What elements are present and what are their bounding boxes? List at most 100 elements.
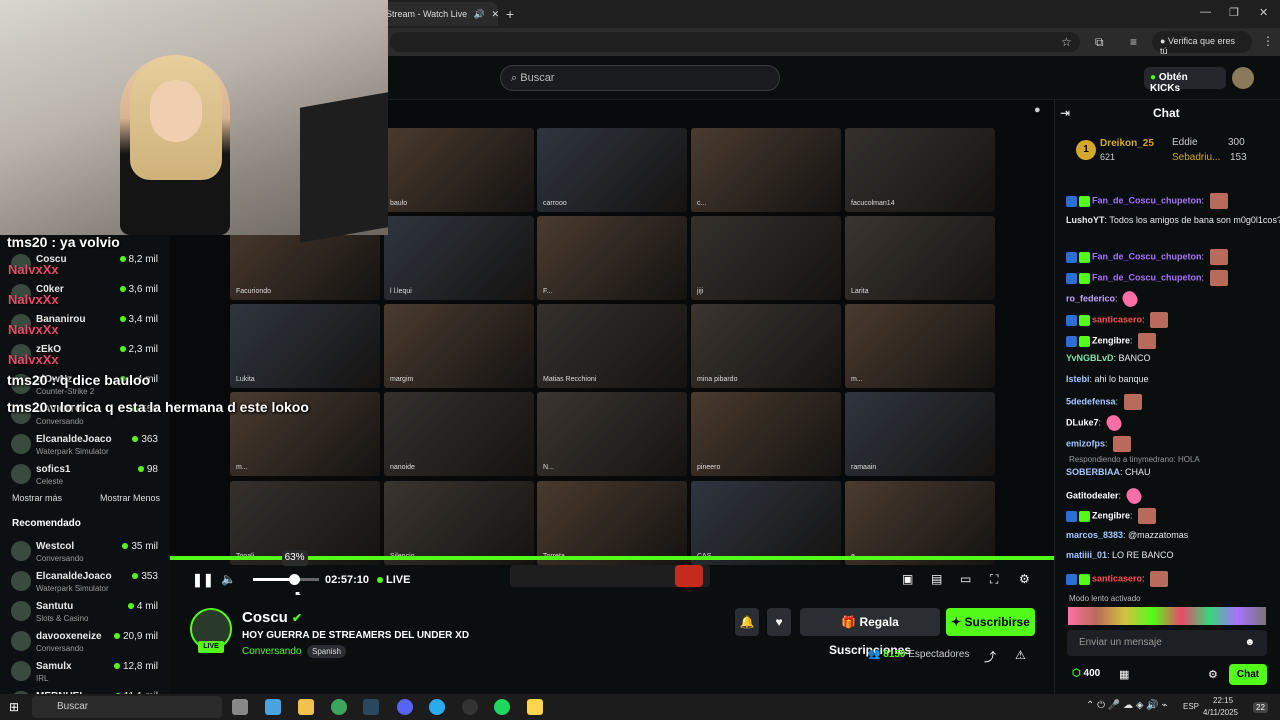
search-input[interactable]: ⌕ Buscar xyxy=(500,65,780,91)
copilot-icon[interactable] xyxy=(265,699,281,715)
chat-message[interactable]: Gatitodealer: xyxy=(1066,485,1144,507)
sidebar-following-item[interactable]: sofics1 Celeste 98 xyxy=(0,460,170,490)
telegram-icon[interactable] xyxy=(429,699,445,715)
chat-username[interactable]: Gatitodealer xyxy=(1066,490,1119,500)
url-field[interactable] xyxy=(390,32,1080,52)
new-tab-button[interactable]: + xyxy=(506,6,514,22)
chat-username[interactable]: LushoYT xyxy=(1066,215,1105,225)
user-avatar[interactable] xyxy=(1232,67,1254,89)
volume-knob[interactable] xyxy=(288,574,300,585)
sidebar-recommended-item[interactable]: Westcol Conversando 35 mil xyxy=(0,537,170,567)
tray-icons[interactable]: ⌃ ⏻ 🎤 ☁ ◈ 🔊 ⌁ xyxy=(1086,700,1168,711)
speaker-icon[interactable]: 🔊 xyxy=(474,9,485,19)
sidebar-following-item[interactable]: ElcanaldeJoaco Waterpark Simulator 363 xyxy=(0,430,170,460)
sidebar-recommended-item[interactable]: Santutu Slots & Casino 4 mil xyxy=(0,597,170,627)
chat-message[interactable]: emizofps: xyxy=(1066,436,1132,452)
taskbar-date[interactable]: 4/11/2025 xyxy=(1203,708,1238,717)
gift-subs-button[interactable]: 🎁 Regala Suscripciones xyxy=(800,608,940,657)
chat-message[interactable]: marcos_8383: @mazzatomas xyxy=(1066,530,1188,540)
volume-icon[interactable]: 🔈 xyxy=(221,572,236,586)
chat-message[interactable]: matiiii_01: LO RE BANCO xyxy=(1066,550,1174,560)
chat-message[interactable]: ro_federico: xyxy=(1066,288,1141,310)
wide-icon[interactable]: ▭ xyxy=(960,572,971,586)
chat-username[interactable]: santicasero xyxy=(1092,573,1142,583)
pause-button[interactable]: ❚❚ xyxy=(192,572,214,588)
chat-username[interactable]: santicasero xyxy=(1092,314,1142,324)
chat-bubble-icon[interactable]: ● xyxy=(1034,104,1041,116)
task-view-icon[interactable] xyxy=(232,699,248,715)
media-icon[interactable]: ≡ xyxy=(1130,35,1137,49)
end-call-icon[interactable] xyxy=(675,565,703,587)
chat-message[interactable]: Zengibre: xyxy=(1066,333,1157,349)
stream-category[interactable]: Conversando xyxy=(242,646,301,657)
chat-username[interactable]: Zengibre xyxy=(1092,510,1130,520)
chat-send-button[interactable]: Chat xyxy=(1229,664,1267,685)
leaderboard-third-name[interactable]: Sebadriu... xyxy=(1172,152,1220,163)
chat-message[interactable]: DLuke7: xyxy=(1066,412,1124,434)
chat-input[interactable]: Enviar un mensaje ☻ xyxy=(1067,630,1267,656)
subscribe-button[interactable]: ✦ Suscribirse xyxy=(946,608,1035,636)
app-icon[interactable] xyxy=(527,699,543,715)
language-tag[interactable]: Spanish xyxy=(307,645,346,658)
chat-username[interactable]: YvNGBLvD xyxy=(1066,353,1114,363)
chat-settings-icon[interactable]: ⚙ xyxy=(1208,668,1218,681)
chat-message[interactable]: santicasero: xyxy=(1066,312,1169,328)
extensions-icon[interactable]: ⧉ xyxy=(1095,35,1104,50)
chat-message[interactable]: santicasero: xyxy=(1066,571,1169,587)
report-icon[interactable]: ⚠ xyxy=(1015,648,1026,662)
sidebar-recommended-item[interactable]: ElcanaldeJoaco Waterpark Simulator 353 xyxy=(0,567,170,597)
chat-message[interactable]: Zengibre: xyxy=(1066,508,1157,524)
chat-username[interactable]: 5dedefensa xyxy=(1066,396,1116,406)
chat-username[interactable]: DLuke7 xyxy=(1066,417,1099,427)
notification-bell-button[interactable]: 🔔 xyxy=(735,608,759,636)
chat-message[interactable]: LushoYT: Todos los amigos de bana son m0… xyxy=(1066,215,1280,225)
windows-start-icon[interactable]: ⊞ xyxy=(9,700,19,714)
chat-message[interactable]: 5dedefensa: xyxy=(1066,394,1142,410)
chrome-icon[interactable] xyxy=(331,699,347,715)
chat-message[interactable]: Fan_de_Coscu_chupeton: xyxy=(1066,249,1228,265)
chat-username[interactable]: Zengibre xyxy=(1092,335,1130,345)
taskbar-lang[interactable]: ESP xyxy=(1183,702,1199,711)
follow-heart-button[interactable]: ♥ xyxy=(767,608,791,636)
spotify-icon[interactable] xyxy=(494,699,510,715)
emote-bar[interactable] xyxy=(1068,607,1266,625)
show-more-button[interactable]: Mostrar más xyxy=(12,493,62,503)
leaderboard-first-name[interactable]: Dreikon_25 xyxy=(1100,138,1154,149)
notification-count-badge[interactable]: 22 xyxy=(1253,702,1268,713)
emoji-icon[interactable]: ☻ xyxy=(1244,637,1255,648)
channel-name[interactable]: Coscu ✔ xyxy=(242,609,302,626)
chat-username[interactable]: emizofps xyxy=(1066,438,1105,448)
taskbar-search[interactable]: Buscar xyxy=(32,696,222,718)
browser-menu-icon[interactable]: ⋮ xyxy=(1262,34,1274,48)
chat-message[interactable]: YvNGBLvD: BANCO xyxy=(1066,353,1151,363)
theater-icon[interactable]: ▤ xyxy=(931,572,942,586)
pip-icon[interactable]: ▣ xyxy=(902,572,913,586)
chat-message[interactable]: Fan_de_Coscu_chupeton: xyxy=(1066,270,1228,286)
browser-tab[interactable]: Stream - Watch Live 🔊 ✕ xyxy=(380,2,498,26)
leaderboard-second-name[interactable]: Eddie xyxy=(1172,137,1198,148)
sidebar-recommended-item[interactable]: davooxeneize Conversando 20,9 mil xyxy=(0,627,170,657)
chat-message[interactable]: SOBERBIAA: CHAU xyxy=(1066,467,1151,477)
obs-icon[interactable] xyxy=(462,699,478,715)
restore-button[interactable]: ❐ xyxy=(1229,6,1239,19)
get-kicks-button[interactable]: ● Obtén KICKs xyxy=(1144,67,1226,94)
chat-username[interactable]: ro_federico xyxy=(1066,293,1115,303)
chat-username[interactable]: Fan_de_Coscu_chupeton xyxy=(1092,251,1202,261)
file-explorer-icon[interactable] xyxy=(298,699,314,715)
discord-icon[interactable] xyxy=(397,699,413,715)
sidebar-recommended-item[interactable]: Samulx IRL 12,8 mil xyxy=(0,657,170,687)
share-icon[interactable]: ⤴ xyxy=(984,648,996,665)
chat-username[interactable]: Fan_de_Coscu_chupeton xyxy=(1092,195,1202,205)
chat-username[interactable]: Istebi xyxy=(1066,374,1090,384)
collapse-chat-icon[interactable]: ⇥ xyxy=(1060,106,1070,120)
chat-username[interactable]: marcos_8383 xyxy=(1066,530,1123,540)
taskbar-time[interactable]: 22:15 xyxy=(1213,696,1233,705)
chat-message[interactable]: Fan_de_Coscu_chupeton: xyxy=(1066,193,1228,209)
chat-username[interactable]: SOBERBIAA xyxy=(1066,467,1120,477)
minimize-button[interactable]: — xyxy=(1200,6,1211,18)
chat-username[interactable]: matiiii_01 xyxy=(1066,550,1107,560)
store-icon[interactable]: ▦ xyxy=(1119,668,1129,681)
chat-username[interactable]: Fan_de_Coscu_chupeton xyxy=(1092,272,1202,282)
fullscreen-icon[interactable]: ⛶ xyxy=(990,572,998,587)
close-window-button[interactable]: ✕ xyxy=(1259,6,1268,19)
